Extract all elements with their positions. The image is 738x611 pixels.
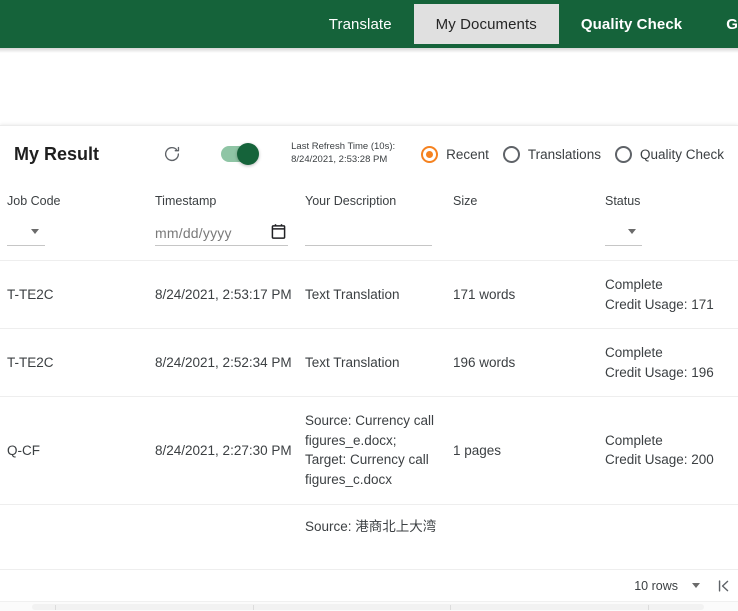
first-page-icon[interactable]: [716, 578, 734, 594]
filter-cell-description: [305, 220, 453, 261]
timestamp-date-input[interactable]: mm/dd/yyyy: [155, 220, 288, 246]
tab-translate[interactable]: Translate: [307, 0, 414, 48]
cell-timestamp: 8/24/2021, 2:52:34 PM: [155, 354, 292, 370]
description-filter-input[interactable]: [305, 220, 432, 246]
auto-refresh-toggle[interactable]: [221, 143, 260, 165]
radio-recent-label: Recent: [446, 146, 489, 162]
radio-translations-dot: [502, 145, 520, 163]
cell-timestamp: 8/24/2021, 2:53:17 PM: [155, 286, 292, 302]
view-filter-radio-group: Recent Translations Quality Check: [421, 145, 724, 163]
cell-size: 171 words: [453, 286, 516, 302]
cell-job-code: T-TE2C: [7, 354, 54, 370]
cell-status: Complete Credit Usage: 196: [605, 345, 714, 380]
table-row[interactable]: T-TE2C 8/24/2021, 2:52:34 PM Text Transl…: [0, 328, 738, 397]
cell-timestamp: 8/24/2021, 2:27:30 PM: [155, 442, 292, 458]
radio-translations-label: Translations: [527, 146, 601, 162]
column-header-size: Size: [453, 194, 478, 208]
toggle-knob: [237, 143, 260, 165]
table-header: Job Code Timestamp Your Description Size…: [0, 182, 738, 261]
my-result-card: My Result Last Refresh Time (10s): 8/24/…: [0, 125, 738, 611]
filter-cell-timestamp: mm/dd/yyyy: [155, 220, 305, 261]
job-code-filter-select[interactable]: [7, 220, 45, 246]
chevron-down-icon: [692, 583, 700, 588]
tab-quality-check-label: Quality Check: [580, 15, 683, 33]
column-header-timestamp: Timestamp: [155, 194, 217, 208]
cell-description: Source: Currency call figures_e.docx; Ta…: [305, 413, 435, 487]
top-navigation-bar: Translate My Documents Quality Check G: [0, 0, 738, 48]
radio-quality-check[interactable]: Quality Check: [614, 145, 724, 163]
cell-timestamp: [155, 504, 305, 566]
tab-glossary-label: G: [726, 15, 738, 33]
rows-per-page-label: 10 rows: [634, 578, 678, 593]
column-header-description: Your Description: [305, 194, 397, 208]
tab-glossary[interactable]: G: [704, 0, 738, 48]
table-body: T-TE2C 8/24/2021, 2:53:17 PM Text Transl…: [0, 260, 738, 567]
radio-translations[interactable]: Translations: [502, 145, 601, 163]
cell-status: Complete Credit Usage: 200: [605, 432, 714, 468]
radio-quality-check-label: Quality Check: [639, 146, 724, 162]
horizontal-scrollbar-thumb[interactable]: [32, 604, 704, 610]
page-title: My Result: [14, 143, 100, 164]
column-header-status: Status: [605, 194, 641, 208]
horizontal-scrollbar[interactable]: [0, 601, 738, 611]
radio-recent[interactable]: Recent: [421, 145, 489, 163]
cell-description: Source: 港商北上大湾: [305, 518, 437, 534]
tab-my-documents-label: My Documents: [435, 15, 537, 33]
column-header-job-code: Job Code: [7, 194, 61, 208]
last-refresh-time: Last Refresh Time (10s): 8/24/2021, 2:53…: [291, 141, 395, 167]
cell-status: [605, 504, 738, 566]
radio-quality-check-dot: [614, 145, 632, 163]
status-filter-select[interactable]: [605, 220, 642, 246]
table-header-row: Job Code Timestamp Your Description Size…: [0, 182, 738, 220]
cell-description: Text Translation: [305, 354, 400, 370]
last-refresh-value: 8/24/2021, 2:53:28 PM: [291, 154, 388, 165]
filter-cell-size: [453, 220, 605, 261]
rows-per-page-select[interactable]: 10 rows: [634, 579, 700, 593]
tab-my-documents[interactable]: My Documents: [413, 4, 559, 44]
table-footer: 10 rows: [0, 569, 738, 601]
results-table-container: Job Code Timestamp Your Description Size…: [0, 182, 738, 579]
last-refresh-label: Last Refresh Time (10s):: [291, 141, 396, 153]
results-table: Job Code Timestamp Your Description Size…: [0, 182, 738, 566]
table-row[interactable]: T-TE2C 8/24/2021, 2:53:17 PM Text Transl…: [0, 260, 738, 329]
cell-size: 1 pages: [453, 442, 502, 458]
cell-job-code: T-TE2C: [7, 286, 54, 302]
filter-cell-job-code: [0, 220, 155, 261]
cell-description: Text Translation: [305, 286, 400, 302]
filter-cell-status: [605, 220, 738, 261]
timestamp-placeholder: mm/dd/yyyy: [155, 224, 232, 241]
radio-recent-dot: [421, 145, 439, 163]
calendar-icon[interactable]: [271, 223, 286, 245]
table-row[interactable]: Source: 港商北上大湾: [0, 504, 738, 566]
cell-status: Complete Credit Usage: 171: [605, 277, 714, 312]
cell-size: 196 words: [453, 354, 516, 370]
page-body: My Result Last Refresh Time (10s): 8/24/…: [0, 48, 738, 611]
tab-translate-label: Translate: [328, 15, 392, 33]
topbar-shadow: [0, 48, 738, 53]
cell-job-code: Q-CF: [7, 442, 40, 458]
refresh-icon[interactable]: [160, 139, 186, 169]
cell-job-code: [0, 504, 155, 566]
tab-quality-check[interactable]: Quality Check: [559, 0, 704, 48]
table-filter-row: mm/dd/yyyy: [0, 220, 738, 261]
card-toolbar: My Result Last Refresh Time (10s): 8/24/…: [0, 126, 738, 182]
cell-size: [453, 504, 605, 566]
table-row[interactable]: Q-CF 8/24/2021, 2:27:30 PM Source: Curre…: [0, 396, 738, 504]
